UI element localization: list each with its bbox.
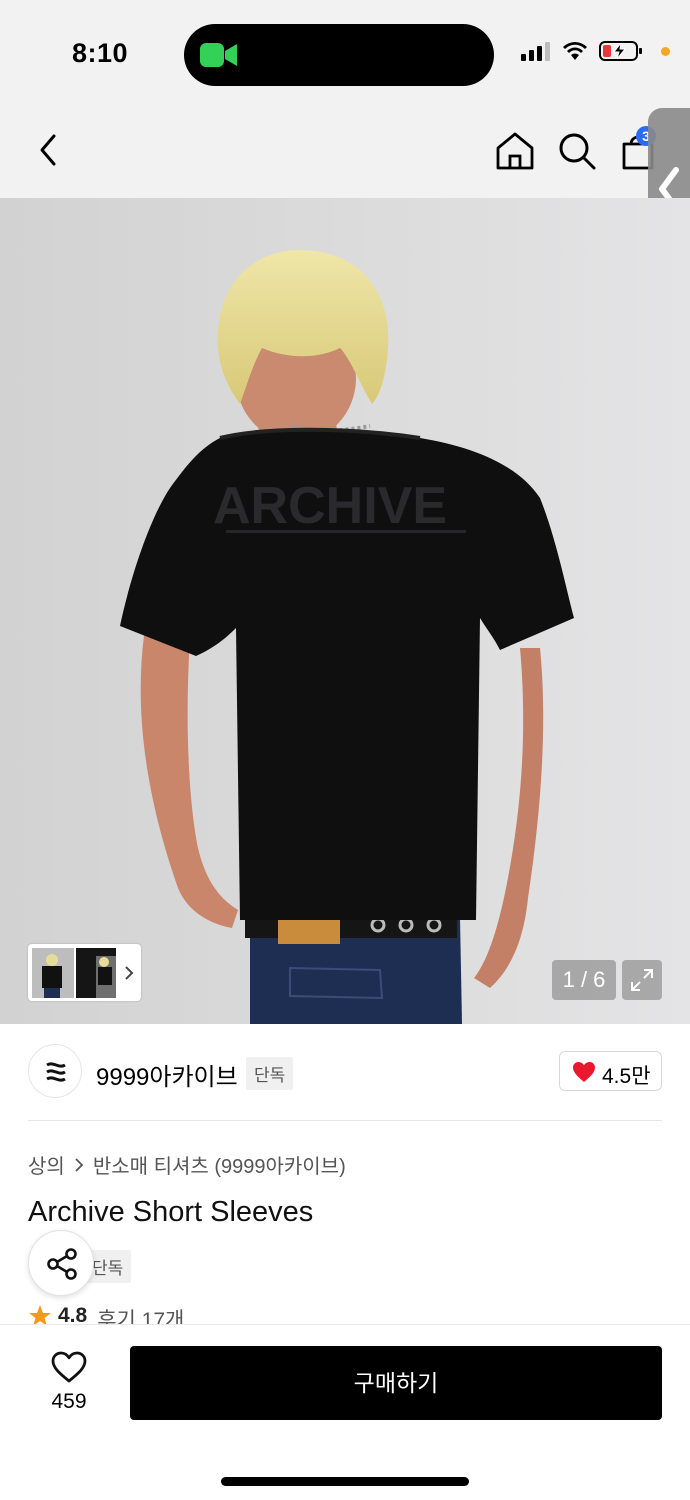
exclusive-tag: 단독 bbox=[246, 1057, 294, 1090]
wifi-icon bbox=[563, 42, 587, 60]
heart-outline-icon bbox=[51, 1351, 87, 1383]
privacy-indicator-dot bbox=[661, 46, 670, 56]
back-arrow-icon[interactable] bbox=[30, 130, 66, 170]
wishlist-count: 459 bbox=[51, 1390, 87, 1413]
wishlist-button[interactable]: 459 bbox=[40, 1346, 98, 1416]
brand-name[interactable]: 9999아카이브 bbox=[96, 1057, 238, 1092]
status-indicators bbox=[521, 40, 670, 62]
status-time: 8:10 bbox=[72, 38, 129, 68]
cellular-signal-icon bbox=[521, 42, 550, 61]
rating-row[interactable]: 4.8 후기 17개 bbox=[28, 1304, 184, 1326]
chevron-right-icon bbox=[125, 966, 134, 980]
expand-button[interactable] bbox=[622, 960, 662, 1000]
top-navigation: 3 bbox=[0, 100, 690, 198]
brand-emblem-icon bbox=[46, 1062, 66, 1082]
home-icon[interactable] bbox=[494, 130, 536, 172]
brand-logo[interactable] bbox=[28, 1044, 82, 1098]
chevron-right-icon bbox=[75, 1157, 84, 1172]
heart-filled-icon bbox=[573, 1062, 595, 1082]
model-wearing-tshirt-illustration: ARCHIVE bbox=[120, 250, 574, 1024]
battery-charging-icon bbox=[599, 41, 642, 61]
star-icon bbox=[29, 1305, 51, 1326]
breadcrumb: 상의 반소매 티셔츠 (9999아카이브) bbox=[28, 1150, 346, 1179]
share-icon bbox=[47, 1248, 77, 1280]
review-count[interactable]: 후기 17개 bbox=[97, 1304, 184, 1326]
status-bar: 8:10 bbox=[0, 0, 690, 100]
brand-like-button[interactable]: 4.5만 bbox=[559, 1051, 662, 1091]
breadcrumb-subcategory[interactable]: 반소매 티셔츠 (9999아카이브) bbox=[93, 1150, 346, 1179]
thumbnail-2[interactable] bbox=[76, 948, 116, 998]
buy-button[interactable]: 구매하기 bbox=[130, 1346, 662, 1420]
thumbnail-strip[interactable] bbox=[28, 944, 141, 1001]
brand-like-count: 4.5만 bbox=[602, 1065, 651, 1088]
breadcrumb-category[interactable]: 상의 bbox=[28, 1150, 65, 1179]
product-title: Archive Short Sleeves bbox=[28, 1196, 314, 1228]
expand-icon bbox=[631, 969, 653, 991]
home-indicator[interactable] bbox=[221, 1477, 469, 1486]
rating-value: 4.8 bbox=[58, 1304, 88, 1326]
facetime-camera-icon bbox=[200, 43, 237, 67]
product-image[interactable]: ARCHIVE bbox=[0, 198, 690, 1024]
section-divider bbox=[28, 1120, 662, 1121]
share-button[interactable] bbox=[28, 1230, 94, 1296]
thumbnail-1[interactable] bbox=[32, 948, 74, 998]
image-page-indicator: 1 / 6 bbox=[552, 960, 616, 1000]
search-icon[interactable] bbox=[556, 130, 598, 172]
tshirt-print-text: ARCHIVE bbox=[213, 477, 447, 535]
dynamic-island bbox=[184, 24, 494, 86]
